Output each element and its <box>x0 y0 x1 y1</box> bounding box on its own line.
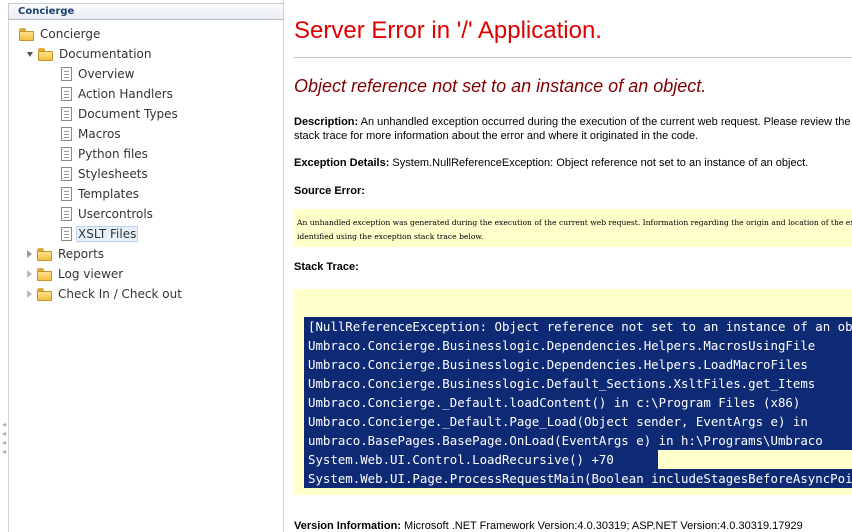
tree-node-label: Reports <box>58 247 105 261</box>
stack-trace-line: Umbraco.Concierge.Businesslogic.Dependen… <box>304 336 852 355</box>
source-error-line: An unhandled exception was generated dur… <box>297 218 852 227</box>
folder-icon <box>37 287 52 301</box>
source-error-label: Source Error: <box>294 185 365 197</box>
document-icon <box>61 67 72 81</box>
tree-node-documentation[interactable]: Documentation <box>27 45 154 63</box>
folder-icon <box>38 47 53 61</box>
tree-node-label: Concierge <box>40 27 101 41</box>
expand-arrow-icon[interactable] <box>27 250 32 258</box>
expand-arrow-icon[interactable] <box>27 51 33 57</box>
tree-node-reports[interactable]: Reports <box>27 245 106 263</box>
tree-node-label: Templates <box>78 187 140 201</box>
tree-node-label: Macros <box>78 127 121 141</box>
panel-resize-handle[interactable]: ◂ ◂ ◂ ◂ <box>0 420 8 456</box>
tree-node-label: Stylesheets <box>78 167 148 181</box>
expand-arrow-icon[interactable] <box>27 270 32 278</box>
tree-node-usercontrols[interactable]: Usercontrols <box>61 205 155 223</box>
exception-text: System.NullReferenceException: Object re… <box>392 157 809 169</box>
error-message: Object reference not set to an instance … <box>294 76 707 96</box>
source-error-box: An unhandled exception was generated dur… <box>294 209 852 247</box>
document-icon <box>61 227 72 241</box>
stack-trace-line: Umbraco.Concierge.Businesslogic.Dependen… <box>304 355 852 374</box>
tree-node-label: Check In / Check out <box>58 287 182 301</box>
document-icon <box>61 127 72 141</box>
tree-node-action-handlers[interactable]: Action Handlers <box>61 85 175 103</box>
error-page: Server Error in '/' Application. Object … <box>294 0 852 532</box>
tree-node-label: Documentation <box>59 47 152 61</box>
folder-icon <box>19 27 34 41</box>
document-icon <box>61 207 72 221</box>
source-error-line: identified using the exception stack tra… <box>297 232 484 241</box>
stack-trace-line: Umbraco.Concierge._Default.Page_Load(Obj… <box>304 412 852 431</box>
document-icon <box>61 147 72 161</box>
tree-node-document-types[interactable]: Document Types <box>61 105 180 123</box>
stack-trace-line: umbraco.BasePages.BasePage.OnLoad(EventA… <box>304 431 852 450</box>
stack-trace-line: System.Web.UI.Page.ProcessRequestMain(Bo… <box>304 469 852 488</box>
document-icon <box>61 107 72 121</box>
divider <box>294 57 852 58</box>
stack-trace-line: System.Web.UI.Control.LoadRecursive() +7… <box>304 450 658 469</box>
tree-node-templates[interactable]: Templates <box>61 185 141 203</box>
stack-trace-line: Umbraco.Concierge.Businesslogic.Default_… <box>304 374 852 393</box>
tree-node-macros[interactable]: Macros <box>61 125 123 143</box>
version-information: Version Information: Microsoft .NET Fram… <box>294 520 803 532</box>
tree-node-label: Action Handlers <box>78 87 173 101</box>
folder-icon <box>37 267 52 281</box>
stack-trace-line: [NullReferenceException: Object referenc… <box>304 317 852 336</box>
tree-node-xslt-files[interactable]: XSLT Files <box>61 225 139 243</box>
stack-trace-label: Stack Trace: <box>294 261 359 273</box>
exception-details-section: Exception Details: System.NullReferenceE… <box>294 157 808 169</box>
tree-panel: Concierge Concierge Documentation Overvi… <box>0 0 284 532</box>
version-label: Version Information: <box>294 520 401 532</box>
document-icon <box>61 167 72 181</box>
error-title: Server Error in '/' Application. <box>294 17 602 44</box>
expand-arrow-icon[interactable] <box>27 290 32 298</box>
tree-node-label: Python files <box>78 147 148 161</box>
tree-node-label: Overview <box>78 67 135 81</box>
stack-trace-box: [NullReferenceException: Object referenc… <box>294 289 852 495</box>
document-icon <box>61 87 72 101</box>
tree-node-label: Usercontrols <box>78 207 153 221</box>
tree-node-label: XSLT Files <box>76 226 139 242</box>
exception-label: Exception Details: <box>294 157 390 169</box>
tree-node-python-files[interactable]: Python files <box>61 145 150 163</box>
tree-header-title: Concierge <box>18 6 75 17</box>
tree-node-overview[interactable]: Overview <box>61 65 137 83</box>
description-text: An unhandled exception occurred during t… <box>294 116 851 142</box>
tree-header: Concierge <box>8 3 284 20</box>
description-section: Description: An unhandled exception occu… <box>294 115 852 143</box>
tree-node-log-viewer[interactable]: Log viewer <box>27 265 125 283</box>
document-icon <box>61 187 72 201</box>
tree-view: Concierge Documentation Overview Action … <box>8 20 284 532</box>
folder-icon <box>37 247 52 261</box>
tree-node-check-in-check-out[interactable]: Check In / Check out <box>27 285 184 303</box>
version-text: Microsoft .NET Framework Version:4.0.303… <box>404 520 803 532</box>
tree-node-concierge[interactable]: Concierge <box>19 25 102 43</box>
stack-trace-line: Umbraco.Concierge._Default.loadContent()… <box>304 393 852 412</box>
tree-node-stylesheets[interactable]: Stylesheets <box>61 165 150 183</box>
tree-node-label: Document Types <box>78 107 178 121</box>
tree-node-label: Log viewer <box>58 267 124 281</box>
description-label: Description: <box>294 116 359 128</box>
